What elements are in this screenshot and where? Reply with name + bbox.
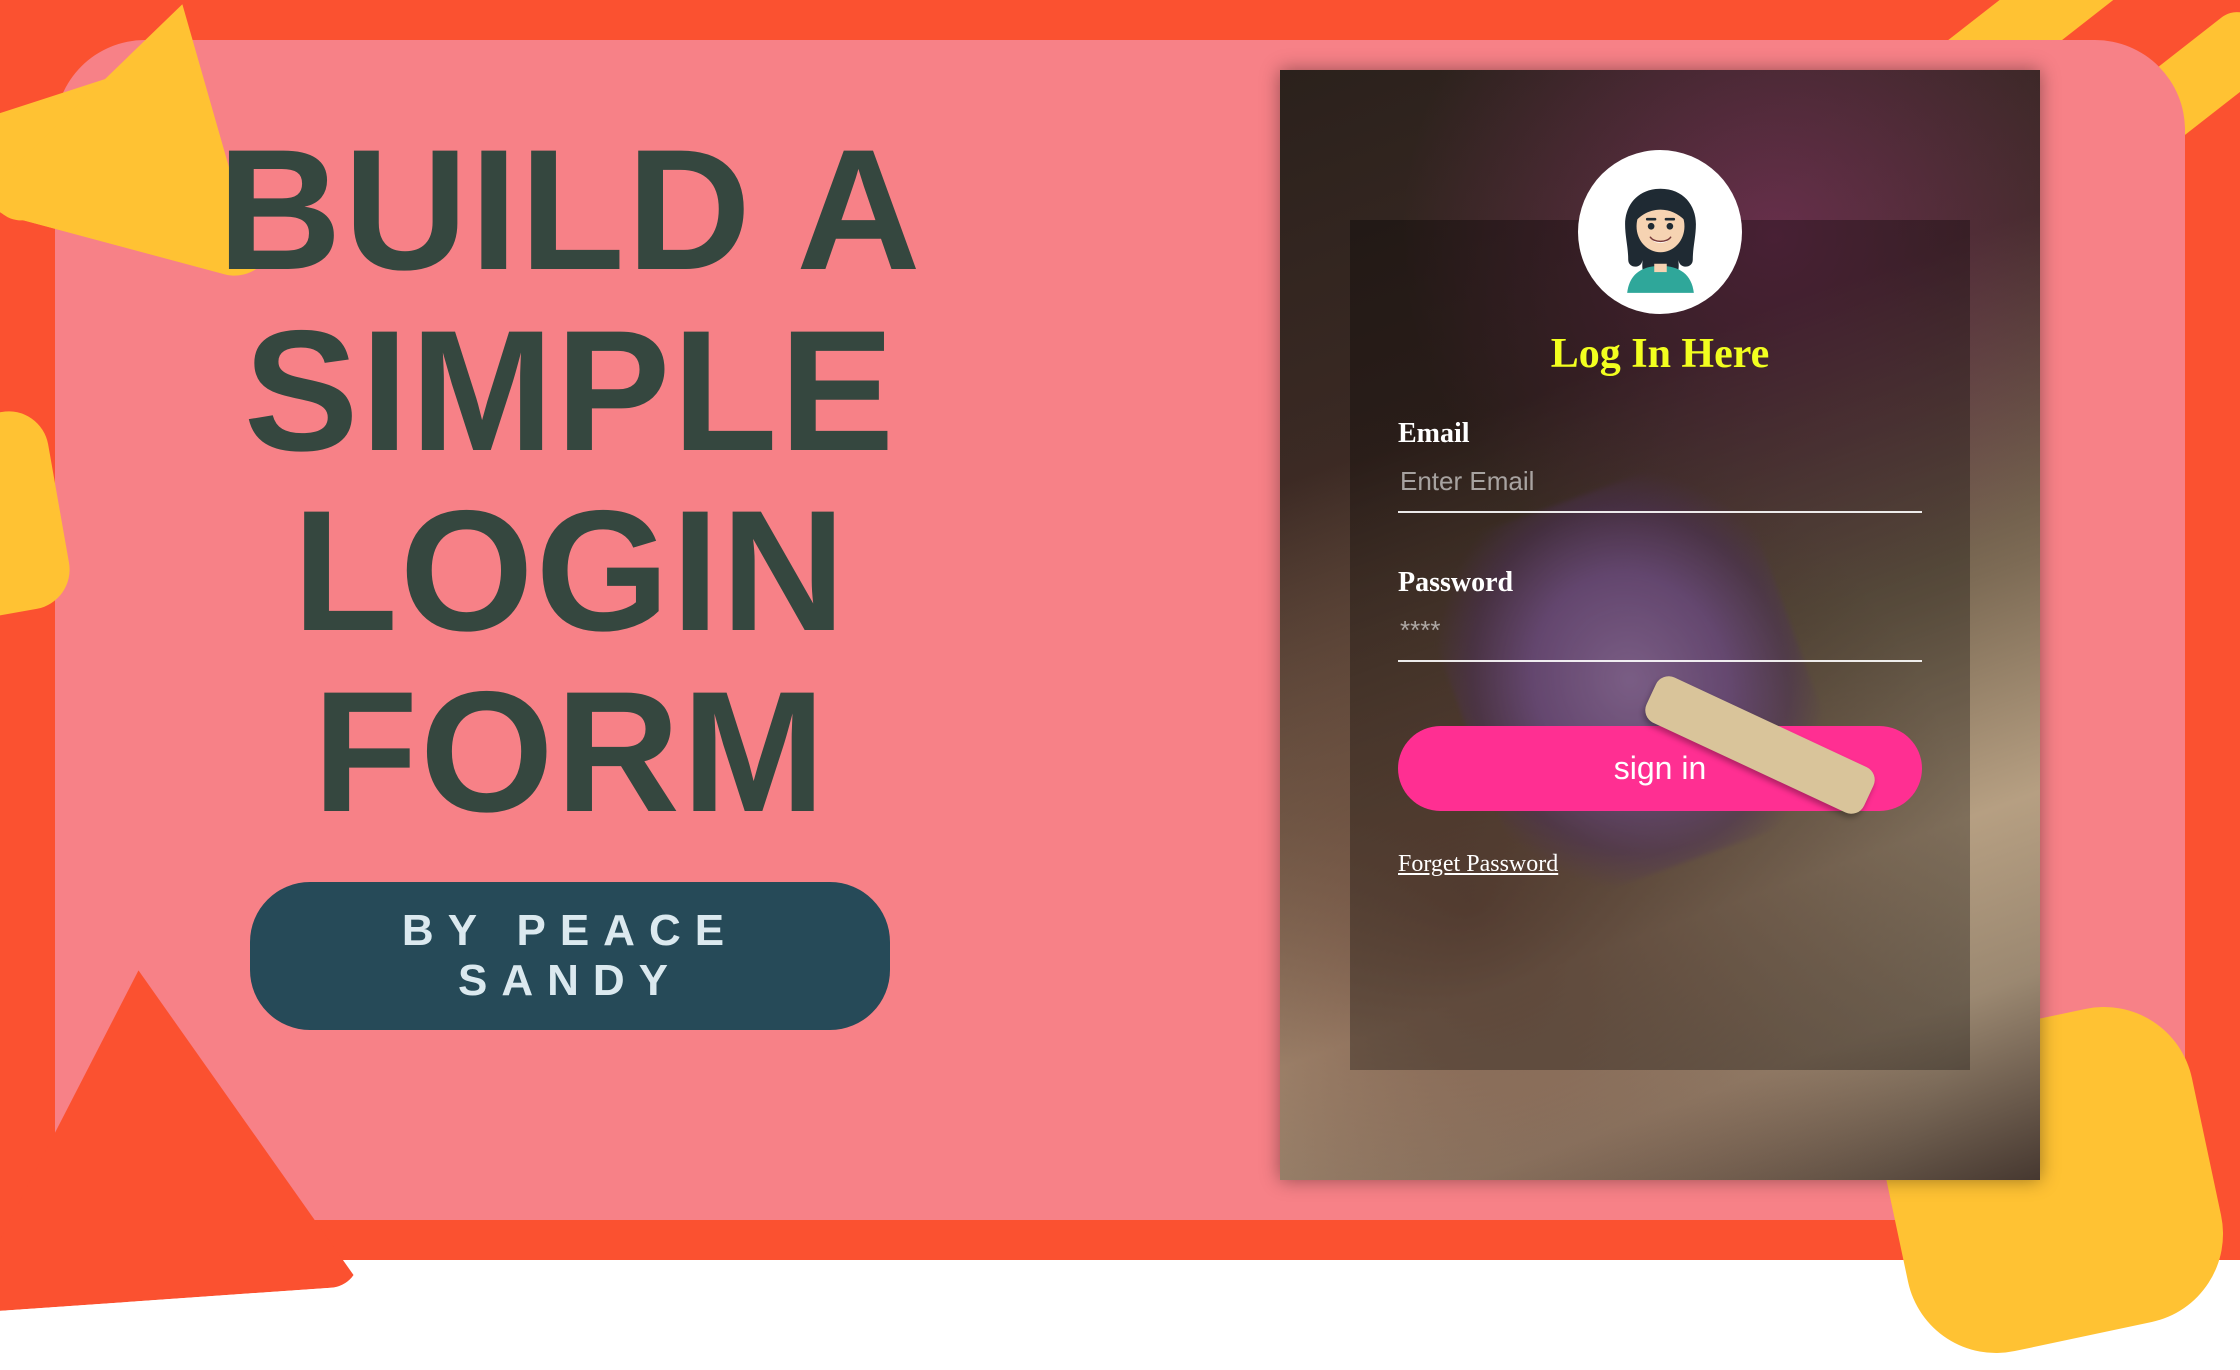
login-card: Log In Here Email Password sign in Forge… xyxy=(1350,220,1970,1070)
login-title: Log In Here xyxy=(1398,330,1922,378)
title-line: BUILD A xyxy=(140,120,1000,301)
sign-in-button[interactable]: sign in xyxy=(1398,726,1922,811)
login-preview: Log In Here Email Password sign in Forge… xyxy=(1280,70,2040,1180)
email-field[interactable] xyxy=(1398,456,1922,513)
forgot-password-link[interactable]: Forget Password xyxy=(1398,851,1558,878)
password-field[interactable] xyxy=(1398,605,1922,662)
password-label: Password xyxy=(1398,567,1922,599)
title-line: LOGIN FORM xyxy=(140,481,1000,842)
title-line: SIMPLE xyxy=(140,301,1000,482)
avatar xyxy=(1578,150,1742,314)
byline-pill: BY PEACE SANDY xyxy=(250,882,890,1030)
email-label: Email xyxy=(1398,418,1922,450)
avatar-icon xyxy=(1598,170,1723,295)
page-title: BUILD A SIMPLE LOGIN FORM xyxy=(140,120,1000,842)
